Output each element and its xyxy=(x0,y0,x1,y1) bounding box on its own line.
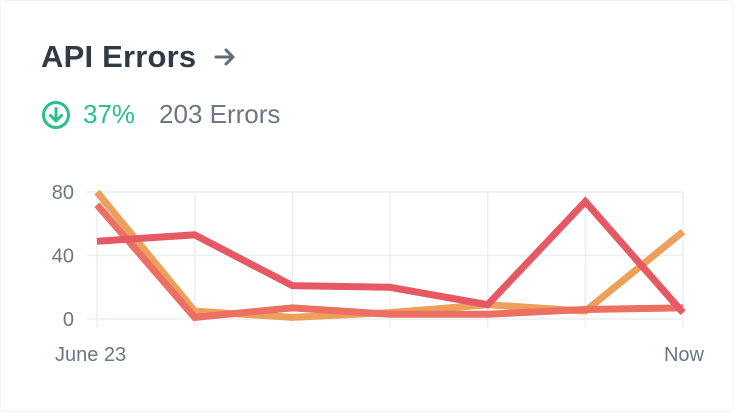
errors-line-chart: 0 40 80 June 23 Now xyxy=(52,182,705,366)
x-tick-label: Now xyxy=(664,344,705,366)
y-tick-label: 80 xyxy=(52,182,74,204)
x-tick-label: June 23 xyxy=(55,344,126,366)
y-tick-label: 0 xyxy=(63,309,74,331)
y-tick-label: 40 xyxy=(52,246,74,268)
api-errors-card: API Errors 37% 203 Errors 0 40 80 June 23 No… xyxy=(0,0,734,412)
